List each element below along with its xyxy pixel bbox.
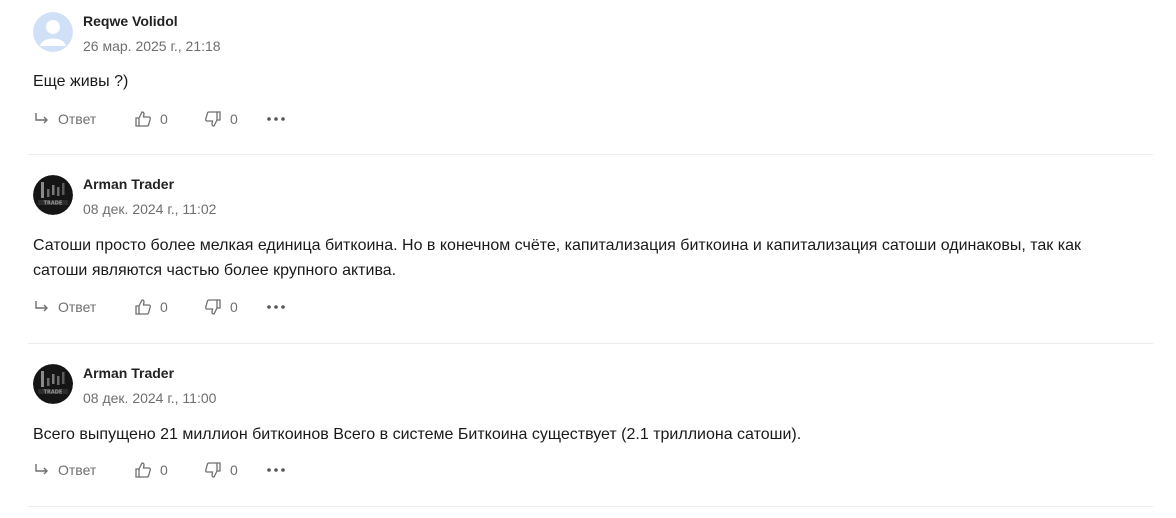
dislike-button[interactable]: 0 <box>203 297 266 317</box>
comment-date: 08 дек. 2024 г., 11:02 <box>83 201 217 217</box>
reply-label: Ответ <box>58 462 97 478</box>
comment-actions: Ответ 0 0 <box>33 297 290 317</box>
avatar[interactable] <box>33 12 73 52</box>
reply-button[interactable]: Ответ <box>33 110 133 128</box>
thumbs-up-icon <box>135 462 151 478</box>
dislike-button[interactable]: 0 <box>203 109 266 129</box>
comment-text: Всего выпущено 21 миллион биткоинов Всег… <box>33 426 802 443</box>
dislike-count: 0 <box>230 462 238 478</box>
divider <box>28 506 1153 507</box>
reply-icon <box>35 464 48 475</box>
like-button[interactable]: 0 <box>133 460 203 480</box>
reply-button[interactable]: Ответ <box>33 461 133 479</box>
like-button[interactable]: 0 <box>133 297 203 317</box>
avatar[interactable]: TRADE <box>33 364 73 404</box>
author-name[interactable]: Arman Trader <box>83 365 174 381</box>
ellipsis-icon <box>267 305 285 309</box>
like-count: 0 <box>160 299 168 315</box>
comment-date: 08 дек. 2024 г., 11:00 <box>83 390 217 406</box>
reply-label: Ответ <box>58 111 97 127</box>
reply-icon <box>35 301 48 312</box>
thumbs-up-icon <box>135 111 151 127</box>
dislike-count: 0 <box>230 111 238 127</box>
dislike-button[interactable]: 0 <box>203 460 266 480</box>
reply-button[interactable]: Ответ <box>33 298 133 316</box>
reply-label: Ответ <box>58 299 97 315</box>
ellipsis-icon <box>267 468 285 472</box>
thumbs-down-icon <box>205 299 221 315</box>
like-count: 0 <box>160 462 168 478</box>
author-name[interactable]: Reqwe Volidol <box>83 13 178 29</box>
reply-icon <box>35 113 48 124</box>
comment-text: Еще живы ?) <box>33 73 129 90</box>
like-button[interactable]: 0 <box>133 109 203 129</box>
divider <box>28 154 1153 155</box>
svg-text:TRADE: TRADE <box>44 390 63 396</box>
thumbs-up-icon <box>135 299 151 315</box>
comment-date: 26 мар. 2025 г., 21:18 <box>83 38 221 54</box>
more-options-button[interactable] <box>266 467 290 473</box>
svg-text:TRADE: TRADE <box>44 201 63 207</box>
candlestick-trader-avatar-icon: TRADE <box>33 175 73 215</box>
thumbs-down-icon <box>205 111 221 127</box>
ellipsis-icon <box>267 117 285 121</box>
more-options-button[interactable] <box>266 304 290 310</box>
author-name[interactable]: Arman Trader <box>83 176 174 192</box>
more-options-button[interactable] <box>266 116 290 122</box>
avatar[interactable]: TRADE <box>33 175 73 215</box>
comment-actions: Ответ 0 0 <box>33 109 290 129</box>
thumbs-down-icon <box>205 462 221 478</box>
like-count: 0 <box>160 111 168 127</box>
dislike-count: 0 <box>230 299 238 315</box>
comment-actions: Ответ 0 0 <box>33 460 290 480</box>
comment-text: Сатоши просто более мелкая единица битко… <box>33 237 1081 279</box>
default-user-avatar-icon <box>33 12 73 52</box>
candlestick-trader-avatar-icon: TRADE <box>33 364 73 404</box>
divider <box>28 343 1153 344</box>
